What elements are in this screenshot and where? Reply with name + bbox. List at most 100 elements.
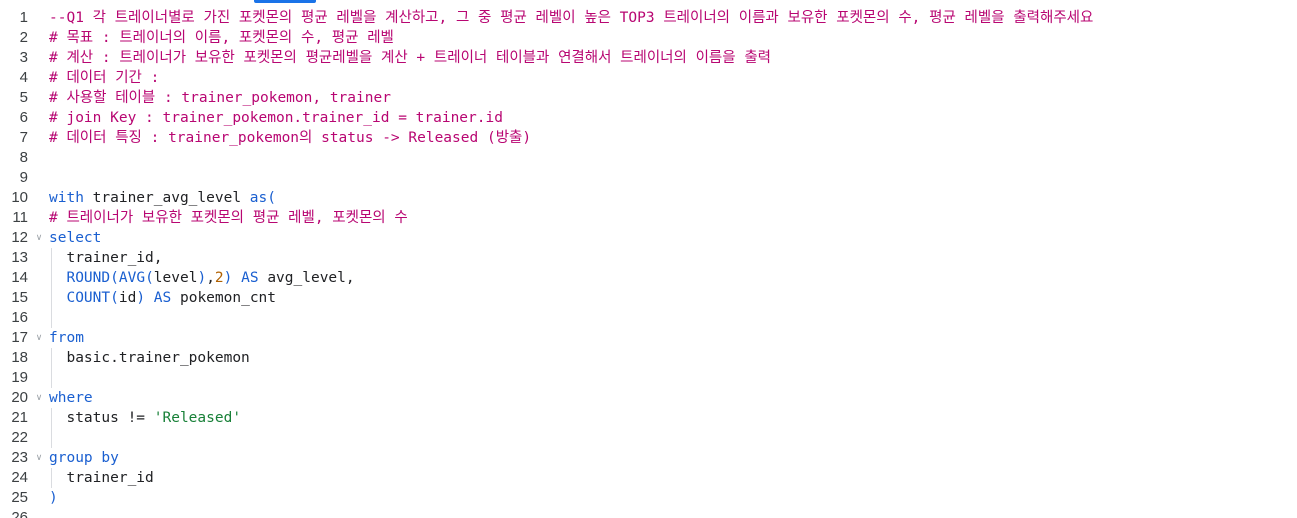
code-line[interactable]: 8 [0, 148, 1297, 168]
line-number: 25 [11, 489, 28, 506]
code-line[interactable]: 9 [0, 168, 1297, 188]
line-code: # 목표 : 트레이너의 이름, 포켓몬의 수, 평균 레벨 [49, 28, 394, 48]
line-number: 9 [19, 169, 28, 186]
line-number: 15 [11, 289, 28, 306]
sql-code-editor[interactable]: 1 --Q1 각 트레이너별로 가진 포켓몬의 평균 레벨을 계산하고, 그 중 … [0, 0, 1297, 518]
code-line[interactable]: 1 --Q1 각 트레이너별로 가진 포켓몬의 평균 레벨을 계산하고, 그 중 … [0, 8, 1297, 28]
code-token: AVG [118, 270, 146, 286]
line-code: --Q1 각 트레이너별로 가진 포켓몬의 평균 레벨을 계산하고, 그 중 평… [49, 8, 1093, 28]
code-token: # 데이터 특징 : trainer_pokemon의 status -> Re… [49, 130, 532, 146]
line-code: # 트레이너가 보유한 포켓몬의 평균 레벨, 포켓몬의 수 [49, 208, 408, 228]
line-number: 5 [19, 89, 28, 106]
code-token: ( [110, 290, 119, 306]
code-token: id [118, 290, 137, 306]
line-number: 8 [19, 149, 28, 166]
line-code: trainer_id [49, 468, 154, 488]
code-token: ( [110, 270, 119, 286]
code-line[interactable]: 4 # 데이터 기간 : [0, 68, 1297, 88]
code-line[interactable]: 22 [0, 428, 1297, 448]
line-number: 3 [19, 49, 28, 66]
line-code: COUNT(id) AS pokemon_cnt [49, 288, 276, 308]
fold-chevron-icon[interactable]: ∨ [32, 448, 46, 468]
fold-chevron-icon[interactable]: ∨ [32, 228, 46, 248]
code-line[interactable]: 7 # 데이터 특징 : trainer_pokemon의 status -> R… [0, 128, 1297, 148]
line-number: 19 [11, 369, 28, 386]
line-number: 18 [11, 349, 28, 366]
line-code: from [49, 328, 84, 348]
code-line[interactable]: 24 trainer_id [0, 468, 1297, 488]
fold-chevron-icon[interactable]: ∨ [32, 328, 46, 348]
code-line[interactable]: 23 ∨ group by [0, 448, 1297, 468]
line-code: where [49, 388, 93, 408]
line-number: 14 [11, 269, 28, 286]
code-token: , [206, 270, 215, 286]
line-code: # 데이터 특징 : trainer_pokemon의 status -> Re… [49, 128, 531, 148]
code-line[interactable]: 15 COUNT(id) AS pokemon_cnt [0, 288, 1297, 308]
code-line[interactable]: 26 [0, 508, 1297, 518]
line-number: 22 [11, 429, 28, 446]
code-line[interactable]: 25) [0, 488, 1297, 508]
indent-guide [51, 428, 52, 448]
line-number: 17 [11, 329, 28, 346]
code-line[interactable]: 14 ROUND(AVG(level),2) AS avg_level, [0, 268, 1297, 288]
code-line[interactable]: 3 # 계산 : 트레이너가 보유한 포켓몬의 평균레벨을 계산 + 트레이너 테… [0, 48, 1297, 68]
code-line[interactable]: 10 with trainer_avg_level as( [0, 188, 1297, 208]
code-line[interactable]: 6 # join Key : trainer_pokemon.trainer_id… [0, 108, 1297, 128]
code-line[interactable]: 11 # 트레이너가 보유한 포켓몬의 평균 레벨, 포켓몬의 수 [0, 208, 1297, 228]
code-token: trainer_avg_level [83, 190, 250, 206]
line-number: 7 [19, 129, 28, 146]
code-token: 2 [214, 270, 224, 286]
code-line[interactable]: 13 trainer_id, [0, 248, 1297, 268]
code-token: basic.trainer_pokemon [49, 350, 250, 366]
code-token: # 트레이너가 보유한 포켓몬의 평균 레벨, 포켓몬의 수 [49, 210, 408, 226]
line-code: # 데이터 기간 : [49, 68, 159, 88]
indent-guide [51, 368, 52, 388]
line-code: trainer_id, [49, 248, 163, 268]
code-token: as( [249, 190, 276, 206]
code-token: ) [49, 490, 58, 506]
code-line[interactable]: 12 ∨ select [0, 228, 1297, 248]
code-token: # 계산 : 트레이너가 보유한 포켓몬의 평균레벨을 계산 + 트레이너 테이… [49, 50, 772, 66]
line-code: ROUND(AVG(level),2) AS avg_level, [49, 268, 354, 288]
code-token: trainer_id, [49, 250, 163, 266]
line-number: 16 [11, 309, 28, 326]
line-code: group by [49, 448, 119, 468]
line-number: 20 [11, 389, 28, 406]
line-number: 10 [11, 189, 28, 206]
code-token: AS [232, 270, 268, 286]
code-token: where [49, 390, 93, 406]
line-number: 23 [11, 449, 28, 466]
code-token: level [153, 270, 198, 286]
code-line[interactable]: 21 status != 'Released' [0, 408, 1297, 428]
fold-chevron-icon[interactable]: ∨ [32, 388, 46, 408]
code-token: # 데이터 기간 : [49, 70, 160, 86]
code-token: status != [49, 410, 154, 426]
code-token: --Q1 각 트레이너별로 가진 포켓몬의 평균 레벨을 계산하고, 그 중 평… [49, 10, 1094, 26]
indent-guide [51, 308, 52, 328]
code-line[interactable]: 20 ∨ where [0, 388, 1297, 408]
code-token: pokemon_cnt [179, 290, 277, 306]
line-number: 12 [11, 229, 28, 246]
code-line[interactable]: 5 # 사용할 테이블 : trainer_pokemon, trainer [0, 88, 1297, 108]
code-line[interactable]: 2 # 목표 : 트레이너의 이름, 포켓몬의 수, 평균 레벨 [0, 28, 1297, 48]
line-number: 13 [11, 249, 28, 266]
line-number: 1 [19, 9, 28, 26]
line-code: # 사용할 테이블 : trainer_pokemon, trainer [49, 88, 391, 108]
line-code: status != 'Released' [49, 408, 241, 428]
code-token: 'Released' [153, 410, 242, 426]
active-tab-indicator [254, 0, 316, 3]
code-line[interactable]: 19 [0, 368, 1297, 388]
line-number: 11 [12, 209, 28, 226]
code-token: trainer_id [49, 470, 154, 486]
code-token: AS [145, 290, 180, 306]
code-line[interactable]: 18 basic.trainer_pokemon [0, 348, 1297, 368]
line-code: ) [49, 488, 58, 508]
line-code: # 계산 : 트레이너가 보유한 포켓몬의 평균레벨을 계산 + 트레이너 테이… [49, 48, 771, 68]
code-line[interactable]: 16 [0, 308, 1297, 328]
line-code: select [49, 228, 101, 248]
code-token: # join Key : trainer_pokemon.trainer_id … [49, 110, 503, 126]
line-code: basic.trainer_pokemon [49, 348, 250, 368]
code-line[interactable]: 17 ∨ from [0, 328, 1297, 348]
code-lines[interactable]: 1 --Q1 각 트레이너별로 가진 포켓몬의 평균 레벨을 계산하고, 그 중 … [0, 8, 1297, 518]
code-token: group by [49, 450, 119, 466]
